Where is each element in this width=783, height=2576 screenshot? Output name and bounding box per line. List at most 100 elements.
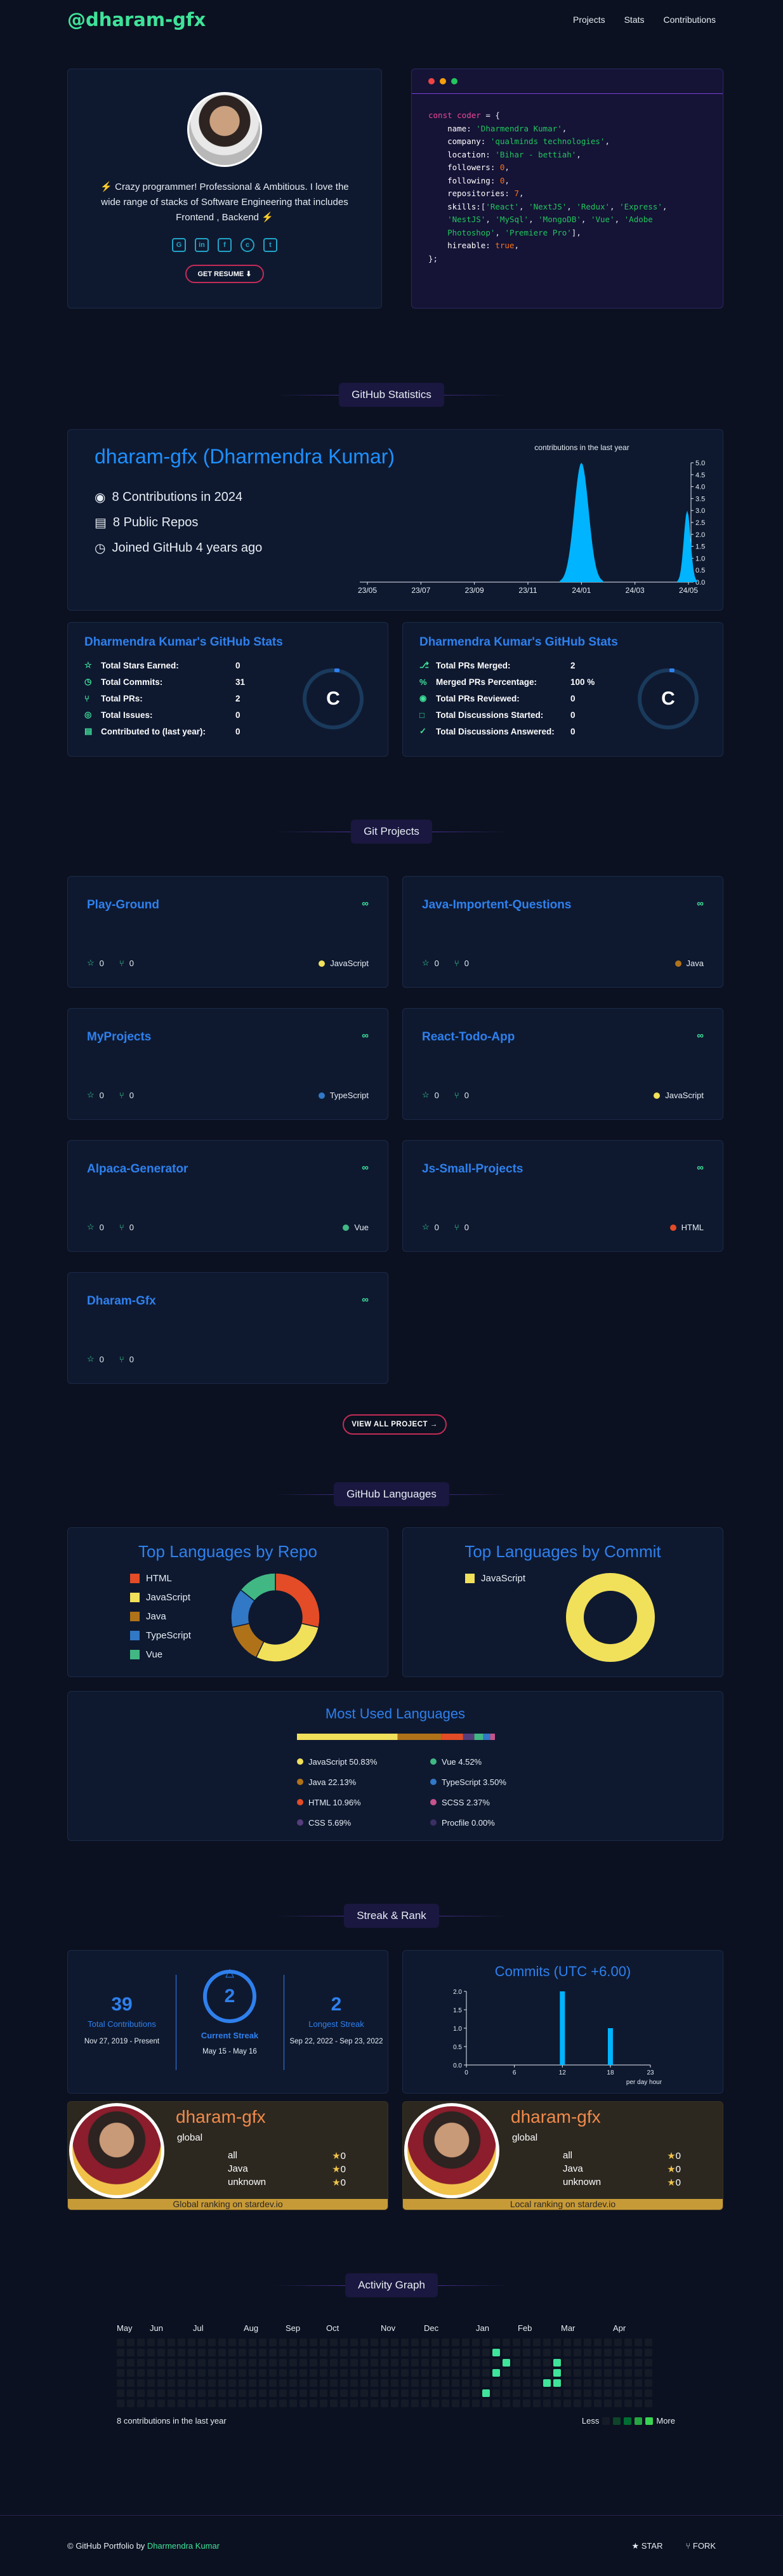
contribution-day[interactable]: [208, 2389, 216, 2397]
contribution-day[interactable]: [371, 2359, 378, 2367]
contribution-day[interactable]: [431, 2339, 439, 2346]
contribution-day[interactable]: [584, 2359, 591, 2367]
contribution-day[interactable]: [198, 2359, 206, 2367]
contribution-day[interactable]: [594, 2339, 602, 2346]
contribution-day[interactable]: [259, 2400, 266, 2407]
view-all-projects-button[interactable]: VIEW ALL PROJECT →: [343, 1414, 447, 1435]
contribution-day[interactable]: [411, 2400, 419, 2407]
contribution-day[interactable]: [117, 2369, 124, 2377]
contribution-day[interactable]: [635, 2400, 642, 2407]
contribution-day[interactable]: [137, 2369, 145, 2377]
project-name[interactable]: Play-Ground: [87, 898, 159, 912]
contribution-day[interactable]: [350, 2359, 358, 2367]
contribution-day[interactable]: [624, 2400, 632, 2407]
contribution-day[interactable]: [218, 2359, 226, 2367]
contribution-day[interactable]: [228, 2379, 236, 2387]
contribution-day[interactable]: [462, 2359, 470, 2367]
contribution-day[interactable]: [350, 2339, 358, 2346]
github-icon[interactable]: G: [172, 238, 186, 252]
contribution-day[interactable]: [279, 2349, 287, 2356]
contribution-day[interactable]: [360, 2400, 368, 2407]
contribution-day[interactable]: [168, 2339, 175, 2346]
contribution-day[interactable]: [350, 2400, 358, 2407]
contribution-day[interactable]: [340, 2369, 348, 2377]
contribution-day[interactable]: [299, 2359, 307, 2367]
contribution-day[interactable]: [462, 2349, 470, 2356]
contribution-day[interactable]: [513, 2379, 520, 2387]
linkedin-icon[interactable]: in: [195, 238, 209, 252]
contribution-day[interactable]: [431, 2369, 439, 2377]
contribution-day[interactable]: [553, 2400, 561, 2407]
link-icon[interactable]: ∞: [362, 1162, 369, 1173]
contribution-day[interactable]: [198, 2369, 206, 2377]
site-logo[interactable]: @dharam-gfx: [67, 9, 206, 30]
contribution-day[interactable]: [249, 2369, 256, 2377]
contribution-day[interactable]: [330, 2349, 338, 2356]
contribution-day[interactable]: [371, 2369, 378, 2377]
contribution-day[interactable]: [320, 2389, 327, 2397]
contribution-day[interactable]: [624, 2379, 632, 2387]
contribution-day[interactable]: [492, 2389, 500, 2397]
contribution-day[interactable]: [604, 2379, 612, 2387]
project-name[interactable]: Java-Importent-Questions: [422, 898, 571, 912]
contribution-day[interactable]: [462, 2379, 470, 2387]
contribution-day[interactable]: [553, 2339, 561, 2346]
contribution-day[interactable]: [178, 2389, 185, 2397]
contribution-day[interactable]: [208, 2359, 216, 2367]
contribution-day[interactable]: [523, 2369, 530, 2377]
contribution-day[interactable]: [472, 2359, 480, 2367]
contribution-day[interactable]: [269, 2349, 277, 2356]
contribution-day[interactable]: [584, 2339, 591, 2346]
contribution-day[interactable]: [574, 2349, 581, 2356]
contribution-day[interactable]: [228, 2359, 236, 2367]
contribution-day[interactable]: [442, 2400, 449, 2407]
contribution-day[interactable]: [330, 2379, 338, 2387]
contribution-day[interactable]: [381, 2389, 388, 2397]
contribution-day[interactable]: [604, 2339, 612, 2346]
stardev-rank-card[interactable]: dharam-gfx global all 0 Java 0 unknown 0 Global …: [67, 2101, 388, 2210]
nav-link-projects[interactable]: Projects: [573, 15, 605, 25]
contribution-day[interactable]: [472, 2389, 480, 2397]
project-card[interactable]: MyProjects ∞ ☆ 0 ⑂ 0 TypeScript: [67, 1008, 388, 1120]
contribution-day[interactable]: [381, 2369, 388, 2377]
contribution-day[interactable]: [198, 2389, 206, 2397]
contribution-day[interactable]: [320, 2339, 327, 2346]
project-card[interactable]: Js-Small-Projects ∞ ☆ 0 ⑂ 0 HTML: [402, 1140, 723, 1252]
contribution-day[interactable]: [137, 2349, 145, 2356]
contribution-day[interactable]: [178, 2369, 185, 2377]
contribution-day[interactable]: [168, 2389, 175, 2397]
contribution-day[interactable]: [523, 2339, 530, 2346]
contribution-day[interactable]: [249, 2359, 256, 2367]
contribution-day[interactable]: [533, 2389, 541, 2397]
contribution-day[interactable]: [503, 2379, 510, 2387]
contribution-day[interactable]: [320, 2349, 327, 2356]
nav-link-stats[interactable]: Stats: [624, 15, 645, 25]
contribution-day[interactable]: [391, 2369, 398, 2377]
contribution-day[interactable]: [533, 2339, 541, 2346]
contribution-day[interactable]: [218, 2400, 226, 2407]
contribution-day[interactable]: [513, 2359, 520, 2367]
contribution-day[interactable]: [320, 2359, 327, 2367]
twitter-icon[interactable]: t: [263, 238, 277, 252]
fork-button[interactable]: ⑂ FORK: [685, 2541, 716, 2551]
contribution-day[interactable]: [442, 2389, 449, 2397]
contribution-day[interactable]: [472, 2349, 480, 2356]
contribution-day[interactable]: [452, 2349, 459, 2356]
contribution-day[interactable]: [259, 2379, 266, 2387]
contribution-day[interactable]: [452, 2389, 459, 2397]
contribution-day[interactable]: [117, 2359, 124, 2367]
project-card[interactable]: Play-Ground ∞ ☆ 0 ⑂ 0 JavaScript: [67, 876, 388, 988]
contribution-day[interactable]: [482, 2379, 490, 2387]
contribution-day[interactable]: [239, 2349, 246, 2356]
contribution-day[interactable]: [340, 2389, 348, 2397]
contribution-day[interactable]: [513, 2400, 520, 2407]
contribution-day[interactable]: [360, 2339, 368, 2346]
contribution-day[interactable]: [563, 2379, 571, 2387]
contribution-day[interactable]: [533, 2359, 541, 2367]
contribution-day[interactable]: [635, 2339, 642, 2346]
contribution-day[interactable]: [299, 2349, 307, 2356]
contribution-day[interactable]: [137, 2339, 145, 2346]
contribution-day[interactable]: [462, 2389, 470, 2397]
project-card[interactable]: Alpaca-Generator ∞ ☆ 0 ⑂ 0 Vue: [67, 1140, 388, 1252]
contribution-day[interactable]: [310, 2369, 317, 2377]
